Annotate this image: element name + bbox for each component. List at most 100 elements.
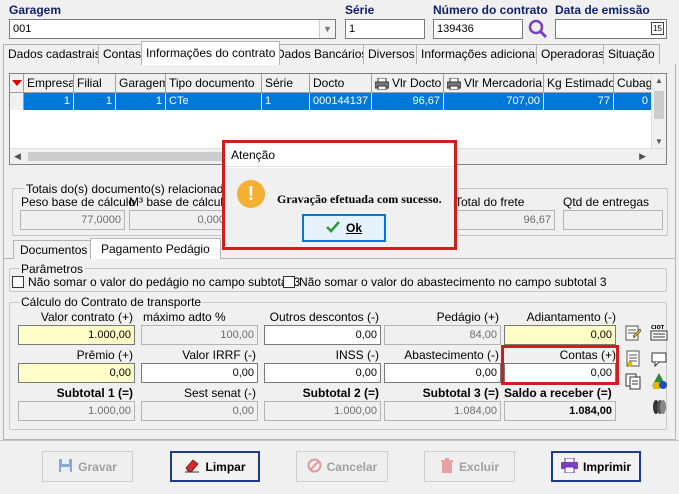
copy-documents-icon[interactable] [624, 372, 642, 390]
eraser-icon [184, 458, 200, 476]
table-cell[interactable]: 000144137 [310, 93, 372, 110]
dialog-message: Gravação efetuada com sucesso. [277, 192, 442, 206]
tab-informacoes-adicionais[interactable]: Informações adicionais [416, 44, 549, 64]
printer-icon [560, 457, 578, 476]
scroll-up-icon[interactable]: ▲ [655, 76, 663, 85]
sest-senat-field: 0,00 [141, 401, 258, 421]
column-header[interactable]: Garagem [116, 74, 166, 93]
maximo-adto-label: máximo adto % [143, 310, 226, 324]
scroll-down-icon[interactable]: ▼ [655, 137, 663, 146]
abastecimento-label: Abastecimento (-) [404, 348, 499, 362]
table-cell[interactable]: 1 [24, 93, 74, 110]
subtab-pagamento-pedagio[interactable]: Pagamento Pedágio [90, 238, 221, 259]
numero-contrato-input[interactable]: 139436 [433, 19, 523, 39]
scroll-right-icon[interactable]: ▶ [639, 151, 646, 162]
chk-nao-somar-abastecimento[interactable] [283, 276, 295, 288]
valor-irrf-label: Valor IRRF (-) [182, 348, 256, 362]
table-cell[interactable]: 96,67 [372, 93, 444, 110]
warning-icon: ! [237, 180, 265, 208]
abastecimento-input[interactable]: 0,00 [384, 363, 501, 383]
m3-label: M³ base de cálculo [129, 195, 230, 209]
premio-label: Prêmio (+) [76, 348, 133, 362]
tab-informacoes-contrato[interactable]: Informações do contrato [141, 41, 281, 65]
scrollbar-thumb[interactable] [28, 152, 238, 161]
comment-icon[interactable] [650, 350, 668, 368]
valor-contrato-label: Valor contrato (+) [40, 310, 133, 324]
tab-diversos[interactable]: Diversos [363, 44, 420, 64]
valor-contrato-input[interactable]: 1.000,00 [18, 325, 135, 345]
outros-descontos-input[interactable]: 0,00 [264, 325, 381, 345]
table-cell[interactable]: 0 [614, 93, 652, 110]
chk-nao-somar-pedagio[interactable] [12, 276, 24, 288]
parametros-label: Parâmetros [19, 262, 86, 276]
adiantamento-label: Adiantamento (-) [526, 310, 616, 324]
svg-text:CIOT: CIOT [651, 325, 665, 331]
imprimir-button[interactable]: Imprimir [551, 451, 641, 482]
column-header[interactable]: Empresa [24, 74, 74, 93]
shapes-icon[interactable] [650, 372, 668, 390]
tab-operadoras[interactable]: Operadoras [536, 44, 610, 64]
vertical-scrollbar[interactable]: ▲ ▼ [651, 74, 666, 148]
table-cell[interactable]: 77 [544, 93, 614, 110]
premio-input[interactable]: 0,00 [18, 363, 135, 383]
column-header[interactable]: Filial [74, 74, 116, 93]
pedagio-label: Pedágio (+) [436, 310, 499, 324]
subtotal-2-field: 1.000,00 [264, 401, 381, 421]
adiantamento-input[interactable]: 0,00 [504, 325, 616, 345]
column-header[interactable]: Tipo documento [166, 74, 262, 93]
table-cell[interactable]: CTe [166, 93, 262, 110]
checkmark-icon [326, 220, 340, 236]
cancelar-button[interactable]: Cancelar [296, 451, 388, 482]
column-header[interactable]: Cubagem [614, 74, 652, 93]
scroll-left-icon[interactable]: ◀ [14, 151, 21, 162]
numero-contrato-label: Número do contrato [433, 3, 548, 17]
document-edit-icon[interactable] [624, 324, 642, 342]
coins-icon[interactable] [650, 398, 668, 416]
valor-irrf-input[interactable]: 0,00 [141, 363, 258, 383]
tab-dados-bancarios[interactable]: Dados Bancários [271, 44, 373, 64]
document-list-icon[interactable] [624, 350, 642, 368]
saldo-receber-field: 1.084,00 [504, 401, 616, 421]
data-emissao-input[interactable]: 15 [555, 19, 667, 39]
m3-field: 0,000 [129, 210, 229, 230]
limpar-button[interactable]: Limpar [170, 451, 260, 482]
tab-dados-cadastrais[interactable]: Dados cadastrais [3, 44, 106, 64]
subtotal-2-label: Subtotal 2 (=) [302, 386, 379, 400]
table-cell[interactable]: 707,00 [444, 93, 544, 110]
row-indicator [10, 93, 24, 110]
table-cell[interactable]: 1 [262, 93, 310, 110]
cancel-icon [307, 458, 322, 476]
scrollbar-thumb[interactable] [654, 91, 664, 119]
excluir-button[interactable]: Excluir [424, 451, 515, 482]
subtotal-1-label: Subtotal 1 (=) [56, 386, 133, 400]
chk-nao-somar-abastecimento-label: Não somar o valor do abastecimento no ca… [299, 275, 607, 289]
inss-input[interactable]: 0,00 [264, 363, 381, 383]
garagem-value: 001 [13, 23, 32, 35]
tab-situacao[interactable]: Situação [603, 44, 660, 64]
ok-button[interactable]: Ok [302, 214, 386, 242]
tab-contas[interactable]: Contas [98, 44, 147, 64]
garagem-select[interactable]: 001 ▼ [9, 19, 336, 39]
table-cell[interactable]: 1 [74, 93, 116, 110]
totais-group-label: Totais do(s) documento(s) relacionado(s) [24, 182, 247, 196]
column-header[interactable]: Kg Estimado [544, 74, 614, 93]
ciot-icon[interactable]: CIOT [650, 323, 668, 341]
column-header[interactable]: Docto [310, 74, 372, 93]
column-header[interactable]: Série [262, 74, 310, 93]
column-header[interactable]: Vlr Mercadoria [444, 74, 544, 93]
qtd-entregas-field [563, 210, 663, 230]
gravar-button[interactable]: Gravar [42, 451, 133, 482]
outros-descontos-label: Outros descontos (-) [269, 310, 379, 324]
serie-input[interactable]: 1 [345, 19, 425, 39]
table-cell[interactable]: 1 [116, 93, 166, 110]
chevron-down-icon[interactable]: ▼ [319, 20, 335, 38]
pedagio-field: 84,00 [384, 325, 501, 345]
printer-icon [446, 77, 462, 91]
contas-highlight [501, 345, 619, 385]
calendar-icon[interactable]: 15 [651, 22, 664, 35]
column-header[interactable]: Vlr Docto [372, 74, 444, 93]
search-icon[interactable] [527, 18, 549, 40]
grid-indicator-header [10, 74, 24, 93]
subtab-documentos[interactable]: Documentos [13, 240, 95, 259]
subtotal-3-field: 1.084,00 [384, 401, 501, 421]
